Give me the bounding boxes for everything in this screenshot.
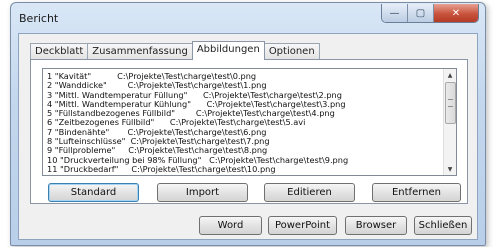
tab-strip: Deckblatt Zusammenfassung Abbildungen Op… (30, 41, 320, 60)
figures-list[interactable]: 1 "Kavität" C:\Projekte\Test\charge\test… (42, 68, 457, 176)
tab-zusammenfassung[interactable]: Zusammenfassung (87, 43, 193, 60)
scroll-up-icon[interactable]: ▲ (444, 69, 456, 81)
tab-abbildungen[interactable]: Abbildungen (191, 41, 265, 60)
list-item[interactable]: 11 "Druckbedarf" C:\Projekte\Test\charge… (43, 164, 443, 174)
list-scrollbar[interactable]: ▲ ▼ (443, 69, 456, 175)
minimize-button[interactable]: — (382, 4, 408, 22)
close-window-button[interactable]: ✕ (434, 4, 478, 22)
maximize-icon: ▢ (415, 7, 426, 19)
powerpoint-export-button[interactable]: PowerPoint (268, 216, 337, 235)
word-export-button[interactable]: Word (199, 216, 262, 235)
close-icon: ✕ (451, 7, 461, 19)
caption-buttons: — ▢ ✕ (381, 4, 479, 23)
minimize-icon: — (389, 7, 400, 19)
import-button[interactable]: Import (157, 183, 248, 202)
scroll-down-icon[interactable]: ▼ (444, 163, 456, 175)
tab-optionen[interactable]: Optionen (263, 43, 320, 60)
standard-button[interactable]: Standard (48, 183, 139, 202)
remove-button[interactable]: Entfernen (372, 183, 461, 202)
scrollbar-thumb[interactable] (445, 82, 456, 124)
dialog-client-area: Deckblatt Zusammenfassung Abbildungen Op… (18, 33, 478, 240)
close-button[interactable]: Schließen (414, 216, 472, 235)
window-title: Bericht (19, 12, 59, 25)
tab-deckblatt[interactable]: Deckblatt (30, 43, 89, 60)
edit-button[interactable]: Editieren (264, 183, 355, 202)
figures-list-items: 1 "Kavität" C:\Projekte\Test\charge\test… (43, 72, 443, 175)
report-window: Bericht — ▢ ✕ Deckblatt Zusammenfassung … (10, 2, 486, 246)
figures-tab-panel: 1 "Kavität" C:\Projekte\Test\charge\test… (30, 59, 468, 204)
maximize-button[interactable]: ▢ (408, 4, 434, 22)
browser-button[interactable]: Browser (345, 216, 407, 235)
title-bar[interactable]: Bericht — ▢ ✕ (11, 3, 485, 33)
